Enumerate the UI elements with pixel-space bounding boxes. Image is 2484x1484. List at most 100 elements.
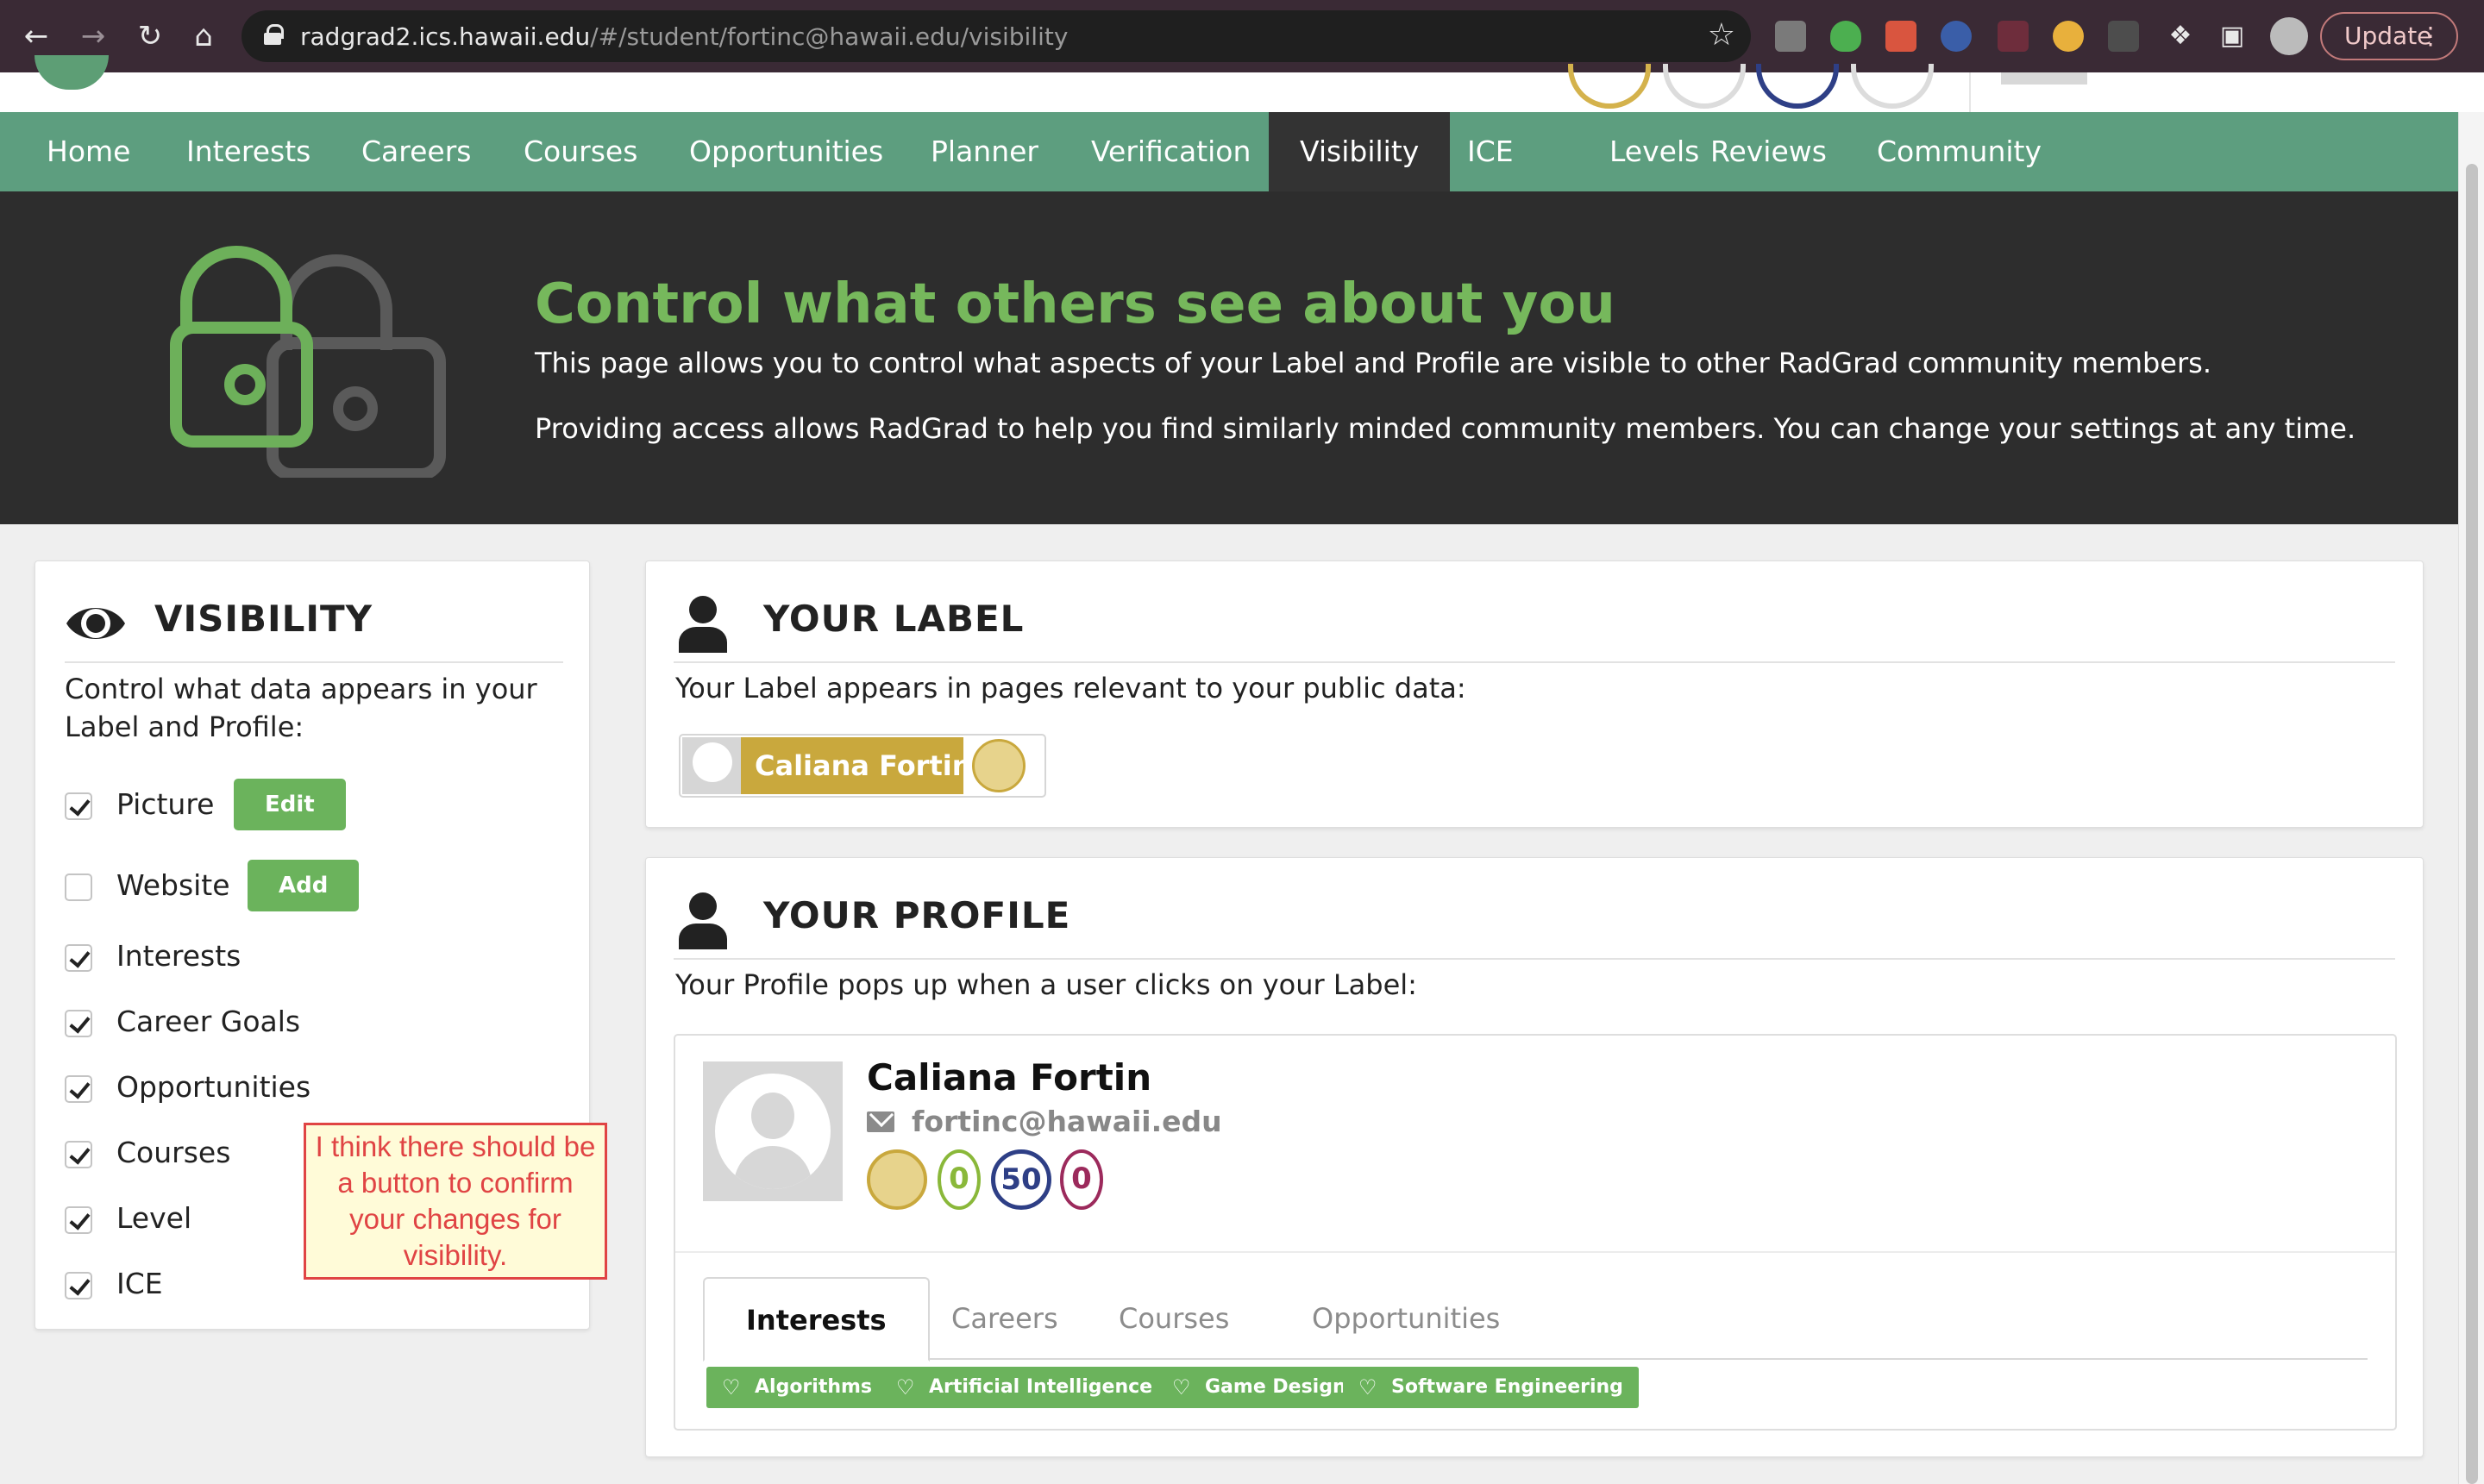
profile-picture <box>703 1061 843 1201</box>
career-goals-checkbox[interactable] <box>65 1010 92 1037</box>
ice-checkbox[interactable] <box>65 1272 92 1299</box>
profile-email: fortinc@hawaii.edu <box>912 1105 1222 1138</box>
main-nav: Home Interests Careers Courses Opportuni… <box>0 112 2458 191</box>
visibility-description: Control what data appears in your Label … <box>65 673 537 743</box>
nav-item-courses[interactable]: Courses <box>492 112 668 191</box>
extension-icon[interactable] <box>1941 21 1972 52</box>
url-text[interactable]: radgrad2.ics.hawaii.edu/#/student/fortin… <box>300 22 1068 51</box>
tab-interests[interactable]: Interests <box>703 1277 930 1362</box>
interests-checkbox[interactable] <box>65 944 92 972</box>
tab-opportunities[interactable]: Opportunities <box>1270 1277 1541 1362</box>
scrollbar-thumb[interactable] <box>2466 164 2478 1484</box>
more-icon[interactable]: ⋮ <box>2418 14 2443 59</box>
envelope-icon <box>867 1111 894 1132</box>
nav-item-reviews[interactable]: Reviews <box>1679 112 1858 191</box>
shield-extension-icon[interactable] <box>1830 21 1861 52</box>
hero-description-secondary: Providing access allows RadGrad to help … <box>535 412 2356 445</box>
option-label[interactable]: Courses <box>116 1136 230 1169</box>
website-checkbox[interactable] <box>65 873 92 901</box>
opportunities-checkbox[interactable] <box>65 1075 92 1103</box>
heart-icon: ♡ <box>896 1375 915 1399</box>
radgrad-logo[interactable] <box>34 55 109 90</box>
heart-icon: ♡ <box>1172 1375 1191 1399</box>
extension-icon[interactable] <box>2108 21 2139 52</box>
update-button[interactable]: Update ⋮ <box>2320 12 2458 60</box>
reload-icon[interactable]: ↻ <box>129 16 171 57</box>
level-checkbox[interactable] <box>65 1206 92 1234</box>
padlock-icon <box>170 246 446 478</box>
profile-panel-header: YOUR PROFILE <box>674 882 2395 960</box>
extension-icon[interactable] <box>1998 21 2029 52</box>
heart-icon: ♡ <box>1358 1375 1377 1399</box>
label-title: YOUR LABEL <box>763 598 1025 640</box>
nav-item-ice[interactable]: ICE <box>1436 112 1545 191</box>
browser-toolbar: ← → ↻ ⌂ radgrad2.ics.hawaii.edu/#/studen… <box>0 0 2484 72</box>
option-label[interactable]: Website <box>116 868 230 902</box>
option-label[interactable]: Career Goals <box>116 1005 300 1038</box>
interest-tag[interactable]: ♡ Game Design <box>1157 1367 1362 1408</box>
nav-item-home[interactable]: Home <box>16 112 161 191</box>
forward-icon[interactable]: → <box>72 16 114 57</box>
nav-item-careers[interactable]: Careers <box>330 112 502 191</box>
option-label[interactable]: Level <box>116 1201 191 1235</box>
ice-competency-badge: 50 <box>991 1149 1051 1210</box>
option-label[interactable]: Opportunities <box>116 1070 310 1104</box>
address-bar[interactable]: radgrad2.ics.hawaii.edu/#/student/fortin… <box>242 10 1751 62</box>
profile-title: YOUR PROFILE <box>763 894 1071 936</box>
your-profile-panel: YOUR PROFILE Your Profile pops up when a… <box>645 857 2424 1457</box>
page-scrollbar[interactable] <box>2458 112 2484 1484</box>
picture-checkbox[interactable] <box>65 792 92 820</box>
home-icon[interactable]: ⌂ <box>183 16 224 57</box>
profile-tabs: Interests Careers Courses Opportunities <box>703 1277 2368 1362</box>
eye-icon <box>66 608 125 639</box>
nav-item-verification[interactable]: Verification <box>1060 112 1282 191</box>
user-icon <box>679 596 727 653</box>
interest-tag[interactable]: ♡ Algorithms <box>706 1367 888 1408</box>
profile-avatar-icon[interactable] <box>2270 17 2308 55</box>
profile-divider <box>675 1251 2395 1253</box>
tab-courses[interactable]: Courses <box>1077 1277 1270 1362</box>
extensions-icon[interactable]: ❖ <box>2160 16 2201 57</box>
visibility-title: VISIBILITY <box>154 598 373 640</box>
option-label[interactable]: Picture <box>116 787 215 821</box>
your-label-panel: YOUR LABEL Your Label appears in pages r… <box>645 560 2424 828</box>
tab-careers[interactable]: Careers <box>910 1277 1100 1362</box>
page-header-strip <box>0 55 2484 112</box>
interest-tag[interactable]: ♡ Artificial Intelligence <box>881 1367 1169 1408</box>
ice-experience-badge <box>1851 64 1934 109</box>
ice-innovation-badge: 0 <box>938 1149 981 1210</box>
annotation-note: I think there should be a button to conf… <box>304 1123 607 1280</box>
back-icon[interactable]: ← <box>16 16 57 57</box>
hero-banner: Control what others see about you This p… <box>0 191 2458 524</box>
lock-icon[interactable] <box>264 24 284 45</box>
star-icon[interactable]: ☆ <box>1708 17 1735 53</box>
option-label[interactable]: Interests <box>116 939 241 973</box>
nav-item-opportunities[interactable]: Opportunities <box>658 112 914 191</box>
header-divider <box>1969 72 1971 112</box>
level-badge-icon <box>1568 64 1651 109</box>
nav-item-interests[interactable]: Interests <box>155 112 342 191</box>
extension-icon[interactable] <box>1775 21 1806 52</box>
user-avatar[interactable] <box>2001 72 2087 85</box>
level-badge-icon <box>867 1149 927 1210</box>
nav-item-community[interactable]: Community <box>1846 112 2073 191</box>
label-avatar <box>682 737 741 794</box>
add-website-button[interactable]: Add <box>248 860 360 911</box>
ice-innovation-badge <box>1663 64 1746 109</box>
cast-icon[interactable]: ▣ <box>2211 16 2253 57</box>
label-description: Your Label appears in pages relevant to … <box>675 672 1466 704</box>
courses-checkbox[interactable] <box>65 1141 92 1168</box>
level-badge-icon <box>972 739 1026 792</box>
edit-picture-button[interactable]: Edit <box>234 779 346 830</box>
user-label-chip[interactable]: Caliana Fortin <box>679 734 1046 798</box>
nav-item-visibility[interactable]: Visibility <box>1269 112 1451 191</box>
extension-icon[interactable] <box>2053 21 2084 52</box>
nav-item-planner[interactable]: Planner <box>900 112 1070 191</box>
visibility-panel-header: VISIBILITY <box>65 585 563 663</box>
option-label[interactable]: ICE <box>116 1267 163 1300</box>
hero-description: This page allows you to control what asp… <box>535 347 2211 379</box>
page-title: Control what others see about you <box>535 272 1615 336</box>
interest-tag[interactable]: ♡ Software Engineering <box>1343 1367 1639 1408</box>
extension-icon[interactable] <box>1885 21 1916 52</box>
heart-icon: ♡ <box>722 1375 741 1399</box>
